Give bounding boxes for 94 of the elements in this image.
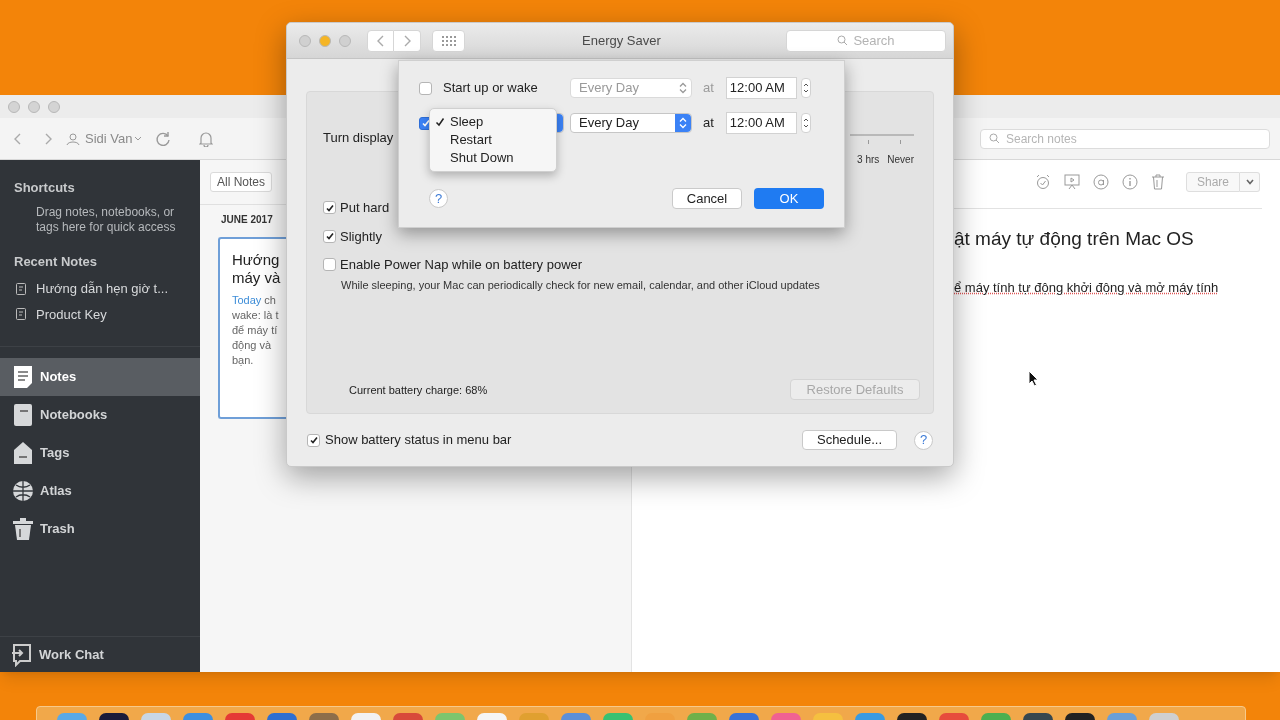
info-icon[interactable] (1121, 173, 1138, 190)
bell-icon[interactable] (199, 130, 214, 147)
slider-tick-label: 3 hrs (857, 140, 880, 167)
back-icon[interactable] (14, 132, 22, 145)
alarm-icon[interactable] (1034, 173, 1051, 190)
stepper-arrows-icon (802, 117, 809, 129)
tag-icon (13, 441, 33, 465)
checkbox[interactable] (323, 258, 336, 272)
note-title: Hướng (232, 251, 281, 269)
checkbox[interactable] (307, 433, 320, 447)
section-heading: Shortcuts (14, 179, 76, 197)
user-icon (66, 131, 80, 146)
note-title: máy và (232, 269, 282, 287)
slider-track[interactable]: 3 hrs Never (850, 134, 914, 167)
sidebar-item[interactable]: Tags (0, 434, 200, 472)
caret-icon (135, 136, 142, 141)
time-field[interactable]: 12:00 AM (725, 112, 797, 134)
note-snippet: để máy tí (232, 323, 279, 338)
chevron-down-icon (1245, 178, 1254, 185)
turn-display-label: Turn display (323, 129, 394, 147)
note-heading: ật máy tự động trên Mac OS (954, 227, 1195, 251)
option-description: While sleeping, your Mac can periodically check for new email, calendar, and other iCloud updates (341, 277, 821, 293)
option-label: Show battery status in menu bar (325, 431, 512, 450)
help-button[interactable]: ? (429, 189, 448, 208)
option-label: Put hard (340, 199, 390, 217)
sidebar-item[interactable]: Atlas (0, 472, 200, 510)
chat-icon (11, 643, 33, 667)
globe-icon (12, 480, 34, 502)
section-heading: Recent Notes (14, 252, 99, 271)
time-stepper[interactable] (800, 78, 811, 98)
sync-icon[interactable] (155, 130, 172, 147)
search-icon (989, 133, 1000, 144)
window-control[interactable] (48, 100, 60, 113)
schedule-label: Start up or wake (443, 79, 539, 98)
battery-charge-text: Current battery charge: 68% (349, 382, 488, 398)
show-all-button[interactable] (432, 29, 465, 52)
schedule-button[interactable]: Schedule... (802, 430, 897, 450)
note-snippet: động và (232, 338, 273, 353)
share-menu-button[interactable] (1240, 171, 1260, 192)
all-notes-button[interactable]: All Notes (210, 172, 273, 192)
note-icon (16, 282, 26, 295)
window-control[interactable] (299, 34, 311, 47)
note-icon (16, 308, 26, 321)
note-date: Today (232, 293, 262, 308)
forward-icon[interactable] (44, 132, 52, 145)
at-label: at (703, 79, 714, 98)
note-snippet: wake: là t (232, 308, 280, 323)
sidebar-item[interactable]: Notes (0, 358, 200, 396)
window-control[interactable] (339, 34, 351, 47)
option-label: Enable Power Nap while on battery power (340, 256, 583, 274)
search-icon (837, 35, 849, 46)
back-icon (377, 34, 384, 47)
notebook-icon (13, 403, 33, 427)
option-label: Slightly (340, 227, 382, 246)
note-icon (13, 365, 33, 389)
ok-button[interactable]: OK (754, 188, 824, 209)
recent-note-item[interactable]: Product Key (0, 304, 200, 324)
stepper-arrows-icon (802, 82, 809, 94)
work-chat-item[interactable]: Work Chat (39, 645, 104, 665)
window-control[interactable] (28, 100, 40, 113)
back-button[interactable] (367, 29, 394, 52)
cancel-button[interactable]: Cancel (672, 188, 742, 209)
trash-icon[interactable] (1150, 173, 1165, 190)
help-button[interactable]: ? (914, 430, 933, 450)
menu-item[interactable]: Shut Down (430, 149, 556, 167)
presentation-icon[interactable] (1063, 173, 1080, 190)
note-snippet: bạn. (232, 353, 255, 368)
stepper-arrows-icon (679, 117, 687, 129)
window-control[interactable] (8, 100, 20, 113)
menu-item[interactable]: Sleep (430, 113, 556, 131)
checkbox[interactable] (323, 229, 336, 243)
forward-icon (403, 34, 411, 47)
at-label: at (703, 114, 714, 133)
time-stepper[interactable] (800, 113, 811, 133)
menu-item[interactable]: Restart (430, 131, 556, 149)
stepper-arrows-icon (679, 82, 687, 94)
note-snippet: ch (264, 293, 276, 308)
month-heading: JUNE 2017 (221, 213, 274, 227)
checkbox[interactable] (323, 201, 336, 215)
grid-icon (441, 35, 456, 46)
mouse-pointer-icon (1028, 370, 1039, 387)
forward-button[interactable] (394, 29, 421, 52)
day-popup[interactable]: Every Day (570, 113, 692, 133)
sidebar-item[interactable]: Notebooks (0, 396, 200, 434)
window-control[interactable] (319, 34, 331, 47)
sidebar-item[interactable]: Trash (0, 510, 200, 548)
shortcuts-hint: Drag notes, notebooks, or tags here for quick access (36, 204, 177, 235)
trash-icon (13, 517, 33, 541)
note-card[interactable]: Hướng máy và Today ch wake: là t để máy tí động và bạn. (218, 237, 286, 419)
at-sign-icon[interactable] (1092, 173, 1109, 190)
window-title: Energy Saver (582, 31, 661, 50)
recent-note-item[interactable]: Hướng dẫn hẹn giờ t... (0, 279, 200, 299)
note-body: ể máy tính tự động khởi động và mở máy tính (954, 278, 1220, 297)
slider-tick-label: Never (887, 140, 914, 167)
